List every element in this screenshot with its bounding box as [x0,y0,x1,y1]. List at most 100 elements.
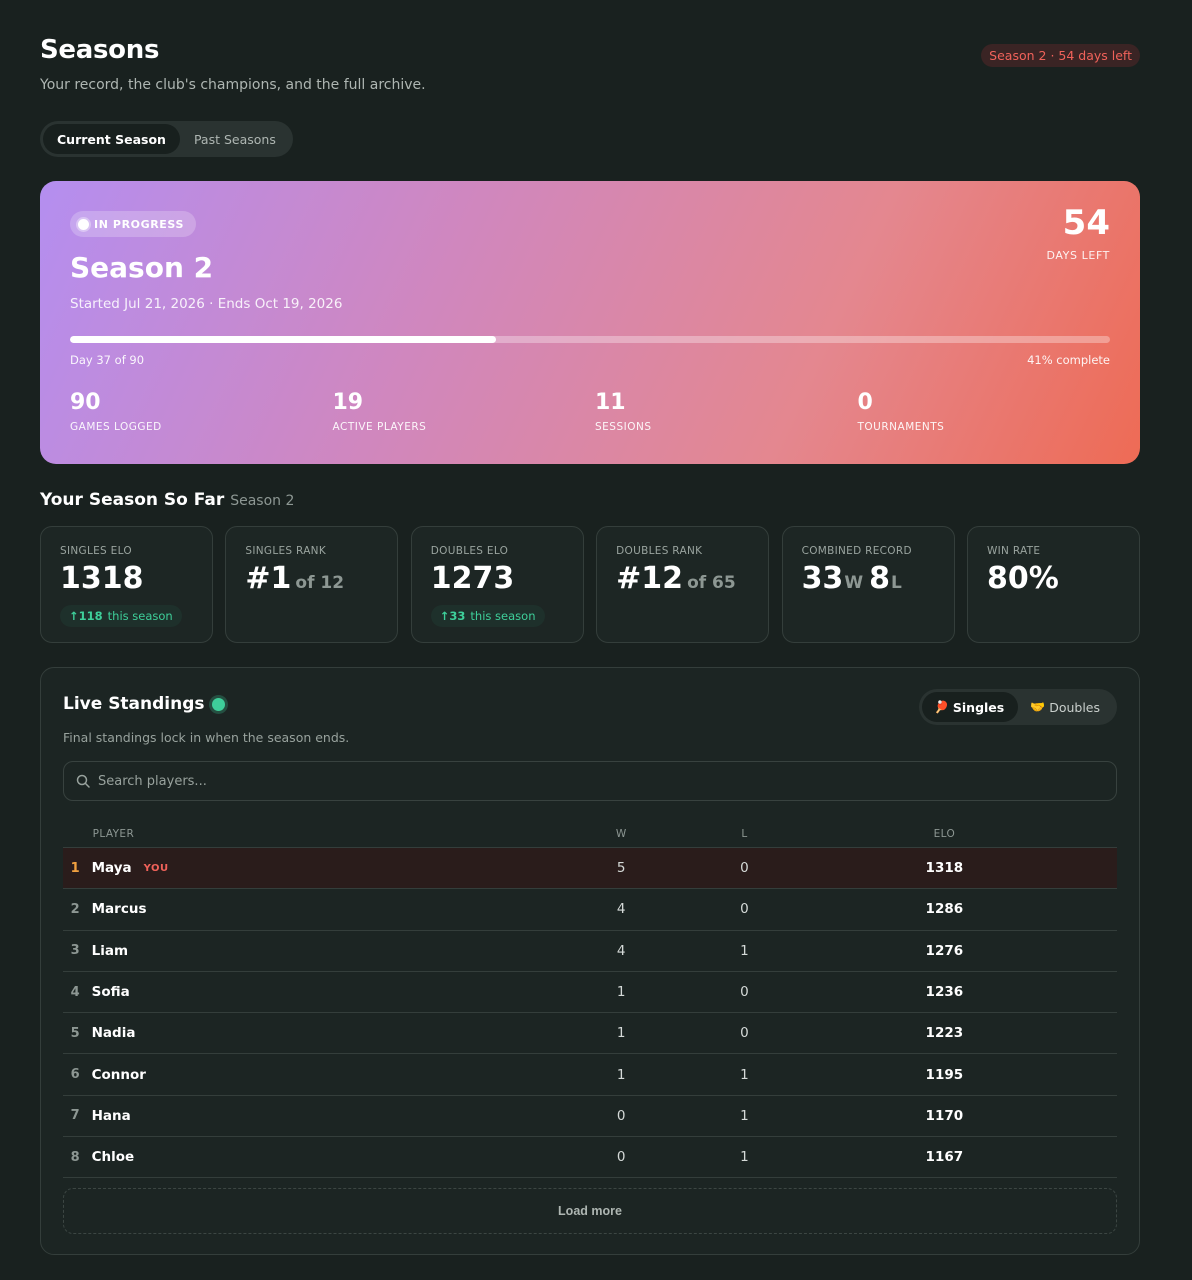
table-row[interactable]: 7 Hana 0 1 1170 [63,1096,1117,1138]
search-input[interactable] [90,762,1116,800]
player-wins: 5 [616,860,626,877]
elo-delta-badge: ↑33 this season [430,605,545,627]
season-status-badge: Season 2 · 54 days left [981,44,1140,67]
card-value: 80% [986,561,1059,596]
in-progress-badge: IN PROGRESS [70,211,196,237]
player-rank: 7 [70,1108,80,1124]
player-name-cell: Maya YOU [92,860,508,876]
player-rank: 4 [70,984,80,1000]
stat-tournaments: 0 TOURNAMENTS [858,389,1121,433]
card-label: SINGLES ELO [60,545,132,557]
player-name: Liam [91,942,129,959]
current-season-hero-card: IN PROGRESS Season 2 Started Jul 21, 202… [40,181,1140,464]
card-label: DOUBLES ELO [430,545,509,557]
player-name: Nadia [91,1025,136,1042]
search-icon [76,774,90,788]
player-search [63,761,1117,801]
player-name-cell: Nadia [92,1025,508,1041]
stat-label: SESSIONS [595,421,652,433]
player-wins: 1 [616,1066,626,1083]
card-label: SINGLES RANK [245,545,327,557]
rank-value: #1 [245,561,292,596]
player-wins: 0 [616,1149,626,1166]
elo-column-header: ELO [933,827,956,840]
days-left-value: 54 [1062,203,1110,243]
standings-table: PLAYER W L ELO 1 Maya YOU 5 0 1318 2 Marcus 4 0 12… [63,820,1117,1179]
player-name: Marcus [91,901,147,918]
player-losses: 1 [740,1107,749,1124]
status-dot-icon [78,218,89,230]
standings-subtitle: Final standings lock in when the season … [63,730,350,745]
elo-delta-badge: ↑118 this season [60,605,182,627]
player-losses: 0 [740,901,749,918]
delta-text: this season [107,609,173,623]
player-name-cell: Hana [92,1108,508,1124]
player-rank: 2 [70,901,80,917]
player-wins: 0 [616,1107,626,1124]
player-losses: 0 [740,984,749,1001]
losses-column-header: L [741,827,748,840]
tab-current-season[interactable]: Current Season [43,124,180,154]
card-label: DOUBLES RANK [616,545,703,557]
player-elo: 1236 [925,984,964,1001]
player-name-cell: Sofia [92,984,508,1000]
player-wins: 1 [616,1025,626,1042]
player-name-cell: Marcus [92,901,508,917]
stat-value: 19 [332,390,364,415]
delta-value: ↑118 [69,609,103,623]
page-title: Seasons [40,35,160,65]
player-name-cell: Chloe [92,1149,508,1165]
table-row[interactable]: 2 Marcus 4 0 1286 [63,889,1117,931]
singles-elo-card: SINGLES ELO 1318 ↑118 this season [40,526,213,643]
table-body: 1 Maya YOU 5 0 1318 2 Marcus 4 0 1286 3 Liam 4 1 1276 4 S… [63,848,1117,1179]
delta-value: ↑33 [439,609,466,623]
section-title: Your Season So Far [40,490,225,510]
ping-pong-paddle-icon: 🏓 [933,700,949,714]
player-elo: 1195 [925,1066,964,1083]
load-more-button[interactable]: Load more [63,1188,1117,1234]
player-rank: 8 [70,1149,80,1165]
progress-percent-label: 41% complete [1027,353,1110,367]
table-row[interactable]: 5 Nadia 1 0 1223 [63,1013,1117,1055]
player-elo: 1170 [925,1107,964,1124]
singles-rank-card: SINGLES RANK #1 of 12 [225,526,399,643]
stat-value: 0 [857,390,873,415]
card-label: WIN RATE [986,545,1041,557]
win-rate-card: WIN RATE 80% [966,526,1140,643]
player-wins: 4 [616,942,626,959]
losses-unit: L [890,573,902,593]
stat-value: 11 [595,390,626,415]
section-subtitle: Season 2 [230,493,295,509]
player-losses: 1 [740,942,749,959]
rank-of: of 65 [687,573,736,593]
player-wins: 1 [616,984,626,1001]
wins-column-header: W [615,827,627,840]
tab-past-seasons[interactable]: Past Seasons [180,124,290,154]
table-row[interactable]: 6 Connor 1 1 1195 [63,1054,1117,1096]
stat-label: ACTIVE PLAYERS [332,421,427,433]
live-indicator-icon [211,697,225,711]
player-wins: 4 [616,901,626,918]
toggle-singles[interactable]: 🏓 Singles [921,692,1019,722]
stat-value: 90 [70,390,101,415]
player-rank: 5 [70,1025,80,1041]
player-elo: 1223 [925,1025,964,1042]
live-standings-panel: Live Standings Final standings lock in w… [40,667,1140,1255]
season-stats: 90 GAMES LOGGED 19 ACTIVE PLAYERS 11 SES… [70,389,1120,433]
personal-stat-cards: SINGLES ELO 1318 ↑118 this season SINGLE… [40,526,1140,643]
season-so-far-heading: Your Season So Far Season 2 [40,490,294,510]
player-rank: 1 [70,860,80,876]
table-row[interactable]: 1 Maya YOU 5 0 1318 [63,848,1117,890]
status-label: IN PROGRESS [94,217,184,231]
days-left-label: DAYS LEFT [1046,249,1110,262]
standings-title-text: Live Standings [63,694,205,714]
player-elo: 1318 [925,860,964,877]
table-row[interactable]: 3 Liam 4 1 1276 [63,931,1117,972]
toggle-doubles[interactable]: 🤝 Doubles [1018,692,1114,722]
stat-label: TOURNAMENTS [857,421,945,433]
player-rank: 6 [70,1067,80,1083]
stat-active-players: 19 ACTIVE PLAYERS [333,389,596,433]
table-row[interactable]: 4 Sofia 1 0 1236 [63,972,1117,1014]
season-tabs: Current Season Past Seasons [40,121,293,157]
table-row[interactable]: 8 Chloe 0 1 1167 [63,1137,1117,1179]
